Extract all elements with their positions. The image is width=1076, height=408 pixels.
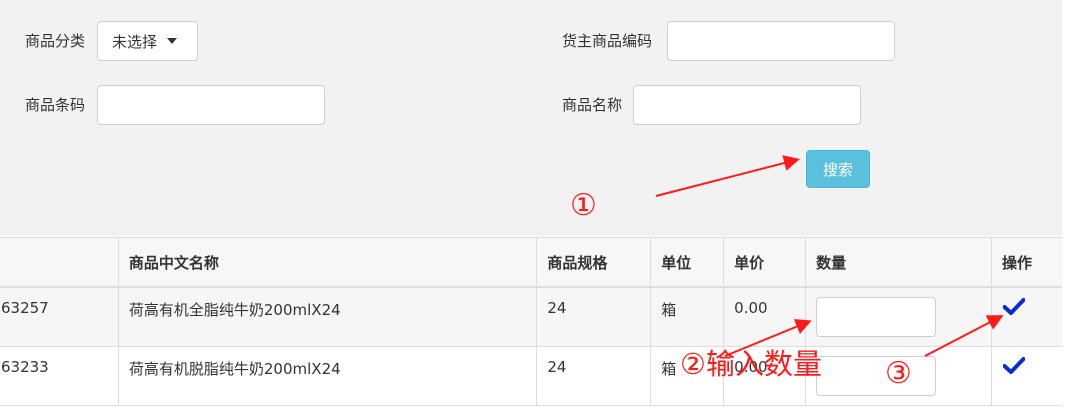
cell-price: 0.00 [723, 286, 807, 347]
table-header-row: 商品中文名称 商品规格 单位 单价 数量 操作 [0, 237, 1066, 288]
col-header-price: 单价 [723, 237, 807, 288]
cell-spec: 24 [536, 286, 652, 347]
col-header-action: 操作 [991, 237, 1066, 288]
annotation-step-3: ③ [885, 356, 912, 391]
category-select-value: 未选择 [112, 32, 158, 51]
annotation-step-1: ① [570, 188, 597, 223]
cell-name: 荷高有机全脂纯牛奶200mlX24 [117, 286, 538, 347]
owner-code-label: 货主商品编码 [562, 32, 653, 50]
search-filter-panel: 商品分类 未选择 货主商品编码 商品条码 商品名称 搜索 [0, 0, 1062, 236]
category-select[interactable]: 未选择 [97, 21, 198, 61]
owner-code-input[interactable] [667, 21, 895, 61]
quantity-input[interactable] [816, 355, 937, 396]
check-icon[interactable] [1003, 356, 1026, 375]
cell-spec: 24 [536, 345, 652, 406]
table-row: 63257 荷高有机全脂纯牛奶200mlX24 24 箱 0.00 [0, 286, 1066, 347]
search-button[interactable]: 搜索 [806, 150, 870, 188]
caret-down-icon [167, 38, 178, 44]
product-name-input[interactable] [633, 85, 861, 125]
annotation-step-2: ②输入数量 [680, 347, 822, 381]
cell-action [991, 286, 1066, 347]
cell-action [991, 345, 1066, 406]
cell-unit: 箱 [650, 286, 725, 347]
col-header-name: 商品中文名称 [117, 237, 538, 288]
right-edge [1062, 0, 1076, 408]
barcode-label: 商品条码 [25, 96, 86, 114]
check-icon[interactable] [1003, 298, 1026, 316]
col-header-code [0, 237, 119, 288]
quantity-input[interactable] [816, 297, 937, 337]
col-header-spec: 商品规格 [536, 237, 652, 288]
cell-code: 63257 [0, 286, 119, 347]
product-name-label: 商品名称 [562, 96, 623, 114]
barcode-input[interactable] [97, 85, 325, 125]
category-label: 商品分类 [25, 32, 86, 50]
col-header-qty: 数量 [805, 237, 993, 288]
cell-name: 荷高有机脱脂纯牛奶200mlX24 [117, 345, 538, 406]
col-header-unit: 单位 [650, 237, 725, 288]
cell-code: 63233 [0, 345, 119, 406]
cell-qty [805, 286, 993, 347]
